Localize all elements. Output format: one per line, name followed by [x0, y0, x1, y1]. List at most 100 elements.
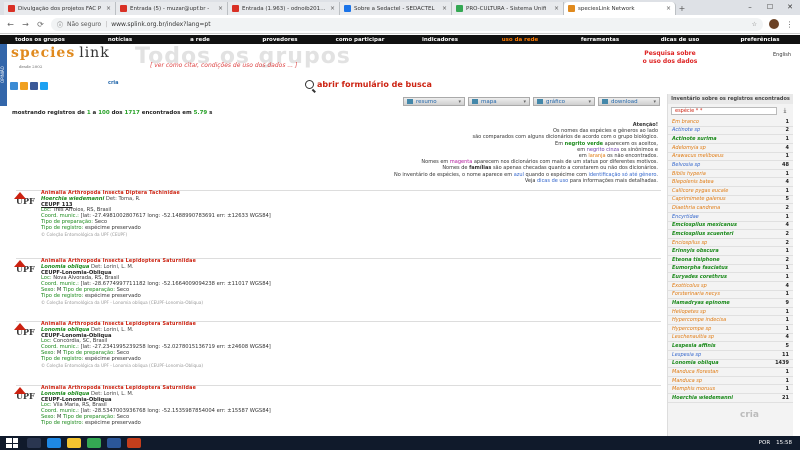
- browser-tab[interactable]: Divulgação dos projetos FAC P ×: [4, 2, 116, 15]
- inventory-item[interactable]: Erinnyis obscura 1: [668, 247, 793, 256]
- minimize-icon[interactable]: –: [740, 0, 760, 13]
- tray-clock[interactable]: 15:58: [776, 440, 792, 446]
- inventory-name[interactable]: Hoerchia wiedemanni: [672, 395, 733, 401]
- facebook-icon[interactable]: [30, 82, 38, 90]
- inventory-name[interactable]: Lonomia obliqua: [672, 360, 719, 366]
- inventory-name[interactable]: Caprimimete galenus: [672, 196, 726, 202]
- menu-item[interactable]: ferramentas: [560, 37, 640, 43]
- record-species-link[interactable]: Lonomia obliqua: [41, 391, 89, 397]
- inventory-item[interactable]: Belvosia sp 48: [668, 161, 793, 170]
- usage-tips-link[interactable]: dicas de uso: [537, 178, 568, 184]
- toolbar-2-button[interactable]: gráfico ▾: [533, 97, 595, 106]
- inventory-item[interactable]: Enciospilus sp 2: [668, 239, 793, 248]
- inventory-item[interactable]: Hamadryas epinome 9: [668, 299, 793, 308]
- word-taskbar-icon[interactable]: [107, 438, 121, 448]
- email-icon[interactable]: [10, 82, 18, 90]
- inventory-item[interactable]: Eumorpha fasciatus 1: [668, 265, 793, 274]
- inventory-name[interactable]: Em branco: [672, 119, 699, 125]
- inventory-name[interactable]: Forsterinaria necys: [672, 291, 720, 297]
- edge-taskbar-icon[interactable]: [47, 438, 61, 448]
- inventory-name[interactable]: Encyrtidae: [672, 214, 699, 220]
- tab-close-icon[interactable]: ×: [442, 5, 447, 12]
- maximize-icon[interactable]: ☐: [760, 0, 780, 13]
- inventory-item[interactable]: Euryades corethrus 1: [668, 273, 793, 282]
- toolbar-0-button[interactable]: resumo ▾: [403, 97, 465, 106]
- record-collection[interactable]: © Coleção Entomológica da UPF (CEUPF): [41, 232, 661, 238]
- inventory-name[interactable]: Erinnyis obscura: [672, 248, 719, 254]
- browser-tab[interactable]: speciesLink Network ×: [564, 2, 676, 15]
- inventory-item[interactable]: Heliopetes sp 1: [668, 308, 793, 317]
- tab-close-icon[interactable]: ×: [554, 5, 559, 12]
- inventory-item[interactable]: Memphis moruus 1: [668, 385, 793, 394]
- inventory-name[interactable]: Emciospilus mexicanus: [672, 222, 737, 228]
- close-window-icon[interactable]: ✕: [780, 0, 800, 13]
- inventory-field-select[interactable]: espécie * *: [671, 107, 777, 115]
- inventory-name[interactable]: Lespesia affinis: [672, 343, 716, 349]
- profile-avatar[interactable]: [769, 19, 779, 29]
- address-bar[interactable]: ⓘ Não seguro | www.splink.org.br/index?l…: [51, 17, 763, 31]
- browser-tab[interactable]: Entrada (1.963) - odnoib2015@ ×: [228, 2, 340, 15]
- inventory-item[interactable]: Manduca florestan 1: [668, 368, 793, 377]
- species-link-logo[interactable]: species link desde 2002: [11, 45, 110, 69]
- inventory-item[interactable]: Diaethria candrena 2: [668, 204, 793, 213]
- twitter-icon[interactable]: [40, 82, 48, 90]
- inventory-name[interactable]: Blepolenis batea: [672, 179, 714, 185]
- inventory-item[interactable]: Emciospilus mexicanus 4: [668, 222, 793, 231]
- menu-item[interactable]: uso da rede: [480, 37, 560, 43]
- browser-tab[interactable]: Entrada (5) - muzar@upf.br - ×: [116, 2, 228, 15]
- inventory-item[interactable]: Eteona tisiphone 2: [668, 256, 793, 265]
- forward-icon[interactable]: →: [21, 20, 30, 29]
- inventory-item[interactable]: Caprimimete galenus 5: [668, 196, 793, 205]
- download-icon[interactable]: ⤓: [780, 107, 790, 115]
- chrome-taskbar-icon[interactable]: [87, 438, 101, 448]
- inventory-item[interactable]: Exotticolus sp 4: [668, 282, 793, 291]
- record-collection[interactable]: © Coleção Entomológica da UPF - Lonomia …: [41, 300, 661, 306]
- inventory-item[interactable]: Lespesia affinis 5: [668, 342, 793, 351]
- rss-icon[interactable]: [20, 82, 28, 90]
- inventory-item[interactable]: Leschenaultia sp 4: [668, 334, 793, 343]
- inventory-item[interactable]: Em branco 1: [668, 118, 793, 127]
- reload-icon[interactable]: ⟳: [36, 20, 45, 29]
- toolbar-3-button[interactable]: download ▾: [598, 97, 660, 106]
- inventory-name[interactable]: Heliopetes sp: [672, 309, 706, 315]
- inventory-item[interactable]: Hypercompe indecisa 1: [668, 316, 793, 325]
- explorer-taskbar-icon[interactable]: [67, 438, 81, 448]
- inventory-item[interactable]: Encyrtidae 1: [668, 213, 793, 222]
- inventory-name[interactable]: Callicore pygas eucale: [672, 188, 728, 194]
- menu-item[interactable]: preferências: [720, 37, 800, 43]
- menu-item[interactable]: a rede: [160, 37, 240, 43]
- inventory-name[interactable]: Manduca sp: [672, 378, 702, 384]
- inventory-item[interactable]: Lespesia sp 11: [668, 351, 793, 360]
- record-species-link[interactable]: Lonomia obliqua: [41, 327, 89, 333]
- record-species-link[interactable]: Lonomia obliqua: [41, 264, 89, 270]
- language-link[interactable]: English: [773, 52, 791, 58]
- inventory-name[interactable]: Eteona tisiphone: [672, 257, 720, 263]
- info-icon[interactable]: ⓘ: [57, 20, 63, 29]
- browser-menu-icon[interactable]: ⋮: [785, 20, 794, 29]
- inventory-name[interactable]: Arawacus meliboeus: [672, 153, 724, 159]
- inventory-name[interactable]: Exotticolus sp: [672, 283, 707, 289]
- menu-item[interactable]: todos os grupos: [0, 37, 80, 43]
- survey-link[interactable]: Pesquisa sobre o uso dos dados: [642, 50, 698, 66]
- inventory-name[interactable]: Memphis moruus: [672, 386, 715, 392]
- inventory-name[interactable]: Manduca florestan: [672, 369, 719, 375]
- record-collection[interactable]: © Coleção Entomológica da UPF - Lonomia …: [41, 363, 661, 369]
- inventory-name[interactable]: Lespesia sp: [672, 352, 701, 358]
- inventory-item[interactable]: Adelomyia sp 4: [668, 144, 793, 153]
- tab-close-icon[interactable]: ×: [666, 5, 671, 12]
- inventory-item[interactable]: Biblis hyperia 1: [668, 170, 793, 179]
- inventory-name[interactable]: Diaethria candrena: [672, 205, 720, 211]
- inventory-item[interactable]: Hoerchia wiedemanni 21: [668, 394, 793, 403]
- record-species-link[interactable]: Hoerchia wiedemanni: [41, 196, 104, 202]
- tab-close-icon[interactable]: ×: [106, 5, 111, 12]
- inventory-item[interactable]: Arawacus meliboeus 1: [668, 153, 793, 162]
- inventory-name[interactable]: Leschenaultia sp: [672, 334, 714, 340]
- inventory-item[interactable]: Manduca sp 1: [668, 377, 793, 386]
- inventory-name[interactable]: Euryades corethrus: [672, 274, 727, 280]
- browser-tab[interactable]: Sobre a Sedactel - SEDACTEL ×: [340, 2, 452, 15]
- search-taskbar-icon[interactable]: [27, 438, 41, 448]
- menu-item[interactable]: indicadores: [400, 37, 480, 43]
- inventory-item[interactable]: Actinote surima 1: [668, 135, 793, 144]
- inventory-name[interactable]: Hypercompe indecisa: [672, 317, 726, 323]
- inventory-name[interactable]: Hamadryas epinome: [672, 300, 730, 306]
